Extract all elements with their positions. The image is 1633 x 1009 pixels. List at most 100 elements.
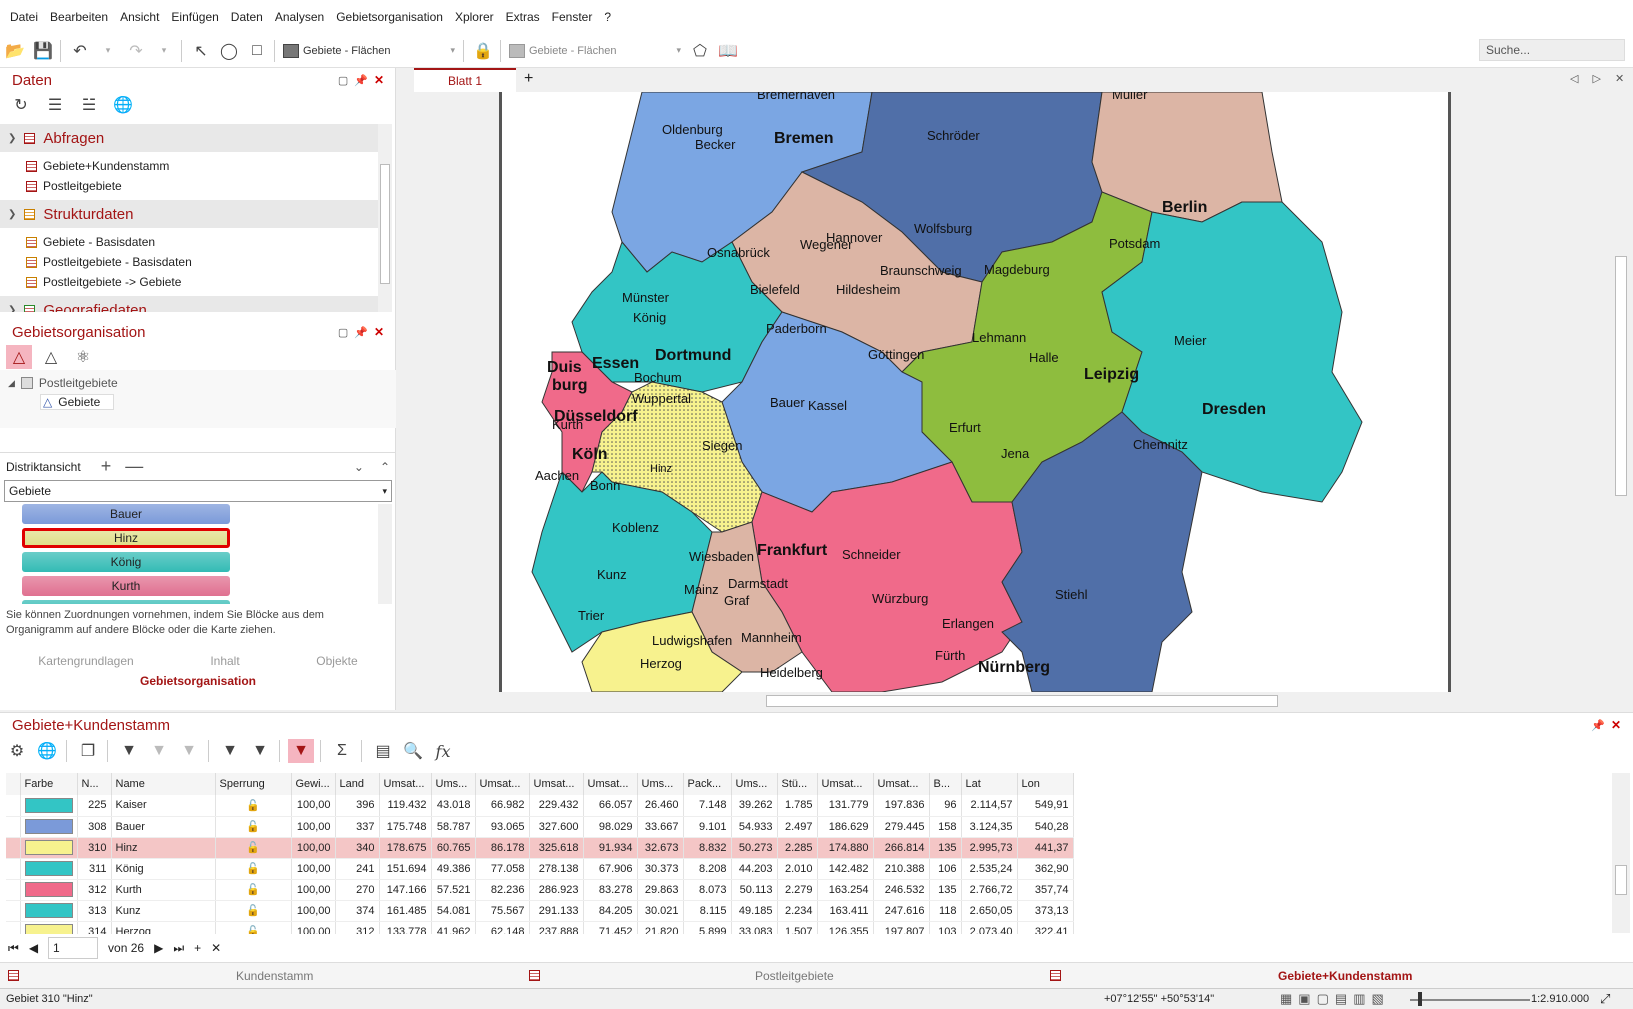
column-header[interactable]: Name [111,773,216,795]
value-cell[interactable]: 39.262 [731,795,778,817]
section-abfragen[interactable]: ❯ Abfragen [0,124,378,152]
color-cell[interactable] [20,837,78,859]
close-icon[interactable]: ✕ [374,325,384,339]
row-indicator[interactable] [6,816,21,838]
value-cell[interactable]: 44.203 [731,858,778,880]
undo-dropdown-icon[interactable]: ▾ [95,39,121,63]
value-cell[interactable]: 8.832 [683,837,732,859]
lock-cell[interactable]: 🔓 [215,879,292,901]
value-cell[interactable]: 247.616 [873,900,930,922]
map-vscrollbar[interactable] [1612,92,1630,692]
territory-layer-icon[interactable]: △ [38,345,64,369]
value-cell[interactable]: 241 [335,858,380,880]
value-cell[interactable]: 373,13 [1017,900,1074,922]
value-cell[interactable]: 151.694 [379,858,432,880]
add-sheet-icon[interactable]: + [524,70,533,88]
scroll-thumb[interactable] [766,695,1278,707]
value-cell[interactable]: 337 [335,816,380,838]
color-cell[interactable] [20,900,78,922]
value-cell[interactable]: 357,74 [1017,879,1074,901]
chevron-up-icon[interactable]: ⌃ [380,460,390,474]
value-cell[interactable]: 229.432 [529,795,584,817]
value-cell[interactable]: 374 [335,900,380,922]
value-cell[interactable]: 96 [929,795,962,817]
menu-item-5[interactable]: Analysen [269,10,330,24]
value-cell[interactable]: 147.166 [379,879,432,901]
pin-icon[interactable]: 📌 [354,326,368,339]
column-header[interactable]: Ums... [731,773,778,795]
map-filter-icon[interactable]: ▼ [288,739,314,763]
tab-postleitgebiete[interactable]: Postleitgebiete [755,969,834,983]
view-split-icon[interactable]: ▤ [1335,991,1347,1007]
column-header[interactable]: Sperrung [215,773,292,795]
pin-icon[interactable]: 📌 [354,74,368,87]
remove-icon[interactable]: — [125,456,143,477]
filter-table-icon[interactable]: ▼ [217,739,243,763]
scroll-thumb[interactable] [380,164,390,284]
undo-icon[interactable]: ↶ [67,39,93,63]
menu-item-0[interactable]: Datei [4,10,44,24]
menu-item-7[interactable]: Xplorer [449,10,500,24]
value-cell[interactable]: 49.185 [731,900,778,922]
zoom-slider-handle[interactable] [1418,992,1422,1006]
select-pointer-icon[interactable]: ↖ [188,39,214,63]
filter-icon[interactable]: ▼ [116,739,142,763]
add-record-icon[interactable]: + [194,941,201,955]
name-cell[interactable]: Kunz [111,900,216,922]
value-cell[interactable]: 100,00 [291,795,336,817]
color-cell[interactable] [20,858,78,880]
menu-item-2[interactable]: Ansicht [114,10,165,24]
map-svg[interactable]: Bremerhaven Müller Oldenburg Becker Brem… [502,92,1448,692]
tab-gebiete-kundenstamm[interactable]: Gebiete+Kundenstamm [1278,969,1412,983]
column-header[interactable]: Umsat... [873,773,930,795]
value-cell[interactable]: 60.765 [431,837,476,859]
name-cell[interactable]: Kurth [111,879,216,901]
value-cell[interactable]: 174.880 [817,837,874,859]
tree-item-postleitgebiete[interactable]: Postleitgebiete [0,176,378,196]
row-indicator[interactable] [6,795,21,817]
tab-kundenstamm[interactable]: Kundenstamm [236,969,313,983]
column-header[interactable]: Umsat... [475,773,530,795]
row-indicator[interactable] [6,858,21,880]
value-cell[interactable]: 54.933 [731,816,778,838]
value-cell[interactable]: 270 [335,879,380,901]
value-cell[interactable]: 2.535,24 [961,858,1018,880]
formula-icon[interactable]: fx [430,739,456,763]
value-cell[interactable]: 93.065 [475,816,530,838]
name-cell[interactable]: Kaiser [111,795,216,817]
name-cell[interactable]: Bauer [111,816,216,838]
value-cell[interactable]: 75.567 [475,900,530,922]
number-cell[interactable]: 308 [77,816,112,838]
select-rect-icon[interactable]: □ [244,39,270,63]
value-cell[interactable]: 441,37 [1017,837,1074,859]
district-tile[interactable]: Kunz [22,600,230,604]
color-cell[interactable] [20,879,78,901]
view-map-icon[interactable]: ▣ [1298,991,1310,1007]
column-header[interactable]: Ums... [431,773,476,795]
globe-icon[interactable]: 🌐 [34,739,60,763]
tree-item-gebiete-kundenstamm[interactable]: Gebiete+Kundenstamm [0,156,378,176]
value-cell[interactable]: 327.600 [529,816,584,838]
delete-record-icon[interactable]: ✕ [211,941,221,955]
value-cell[interactable]: 161.485 [379,900,432,922]
column-header[interactable]: Stü... [777,773,818,795]
prev-tab-icon[interactable]: ◁ [1570,72,1578,85]
refresh-icon[interactable]: ↻ [8,93,34,117]
tab-gebietsorganisation[interactable]: Gebietsorganisation [0,674,396,688]
table-row[interactable]: 310 Hinz 🔓 100,00 340 178.675 60.765 86.178 325.… [6,837,1074,859]
number-cell[interactable]: 310 [77,837,112,859]
value-cell[interactable]: 86.178 [475,837,530,859]
tree-child[interactable]: △ Gebiete [40,394,114,410]
tree-item-plz-basisdaten[interactable]: Postleitgebiete - Basisdaten [0,252,378,272]
filter-remove-icon[interactable]: ▼ [146,739,172,763]
value-cell[interactable]: 135 [929,837,962,859]
row-indicator[interactable] [6,879,21,901]
next-tab-icon[interactable]: ▷ [1592,72,1600,85]
close-icon[interactable]: ✕ [1615,72,1624,85]
value-cell[interactable]: 131.779 [817,795,874,817]
value-cell[interactable]: 82.236 [475,879,530,901]
close-icon[interactable]: ✕ [1611,718,1621,732]
value-cell[interactable]: 2.279 [777,879,818,901]
number-cell[interactable]: 225 [77,795,112,817]
value-cell[interactable]: 340 [335,837,380,859]
